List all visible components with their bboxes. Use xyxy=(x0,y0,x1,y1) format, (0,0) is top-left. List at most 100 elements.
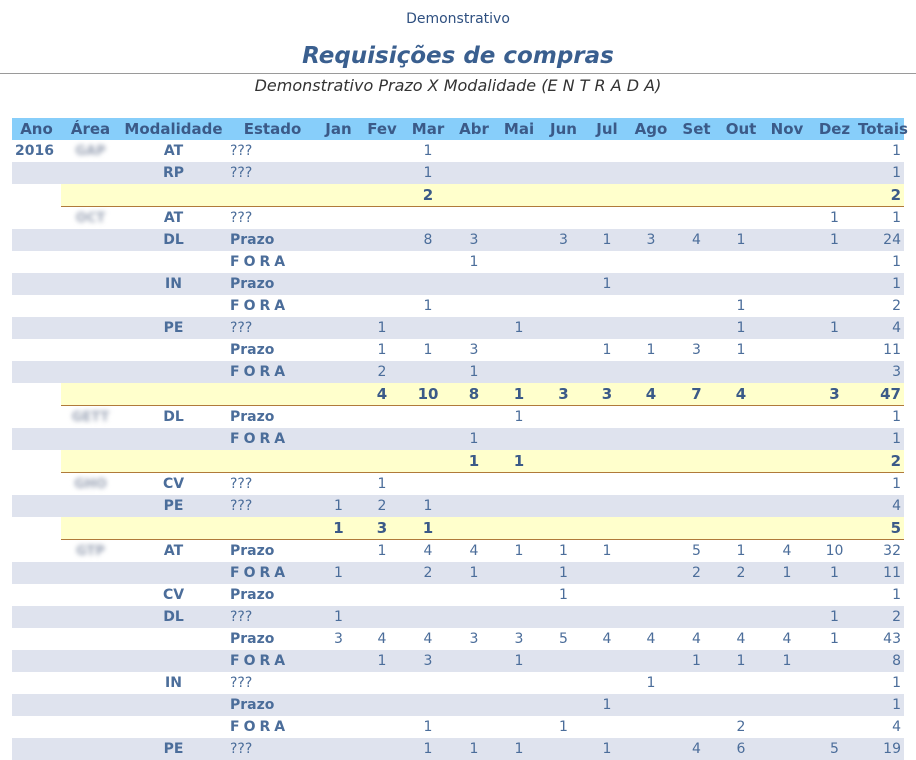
month-value-cell: 1 xyxy=(359,472,405,495)
area-cell xyxy=(61,628,120,650)
month-subtotal-cell: 1 xyxy=(405,517,451,540)
modality-cell xyxy=(120,628,227,650)
month-value-cell xyxy=(628,495,674,517)
month-value-cell xyxy=(719,495,763,517)
month-value-cell xyxy=(359,229,405,251)
month-value-cell xyxy=(763,472,811,495)
column-header: Nov xyxy=(763,118,811,140)
month-value-cell: 1 xyxy=(811,317,858,339)
table-row: FORA 1 1 xyxy=(12,428,904,450)
table-row: Prazo 1 1 xyxy=(12,694,904,716)
area-name-redacted: GAP xyxy=(75,144,106,159)
month-value-cell xyxy=(318,694,359,716)
month-value-cell xyxy=(674,495,719,517)
month-value-cell xyxy=(628,273,674,295)
month-value-cell xyxy=(497,273,541,295)
row-total-cell: 4 xyxy=(858,716,904,738)
month-value-cell xyxy=(497,162,541,184)
month-value-cell xyxy=(811,495,858,517)
month-value-cell xyxy=(719,140,763,162)
year-cell xyxy=(12,694,61,716)
modality-cell: IN xyxy=(120,273,227,295)
status-cell: ??? xyxy=(227,317,318,339)
month-value-cell xyxy=(359,295,405,317)
month-value-cell: 1 xyxy=(719,317,763,339)
month-subtotal-cell: 1 xyxy=(497,450,541,473)
month-value-cell: 3 xyxy=(451,339,497,361)
month-value-cell xyxy=(541,251,586,273)
month-value-cell xyxy=(541,694,586,716)
month-subtotal-cell: 4 xyxy=(359,383,405,406)
month-value-cell: 3 xyxy=(451,628,497,650)
subtotal-label-cell xyxy=(61,450,318,473)
year-cell xyxy=(12,162,61,184)
table-row: FORA 1 1 2 4 xyxy=(12,716,904,738)
year-cell xyxy=(12,317,61,339)
month-value-cell xyxy=(628,650,674,672)
subtotal-total-cell: 5 xyxy=(858,517,904,540)
month-value-cell xyxy=(586,405,628,428)
table-row: DL??? 1 1 2 xyxy=(12,606,904,628)
month-value-cell: 1 xyxy=(405,295,451,317)
title-divider xyxy=(0,73,916,74)
month-value-cell xyxy=(359,694,405,716)
month-value-cell xyxy=(811,716,858,738)
row-total-cell: 1 xyxy=(858,273,904,295)
month-value-cell: 1 xyxy=(628,339,674,361)
subtotal-total-cell: 2 xyxy=(858,184,904,207)
month-value-cell xyxy=(628,405,674,428)
status-cell: FORA xyxy=(227,562,318,584)
month-subtotal-cell xyxy=(763,517,811,540)
area-cell xyxy=(61,694,120,716)
month-subtotal-cell xyxy=(586,184,628,207)
month-value-cell xyxy=(763,206,811,229)
column-header: Dez xyxy=(811,118,858,140)
table-row: PE??? 1 1 1 1 4 6 5 19 xyxy=(12,738,904,760)
month-value-cell xyxy=(628,606,674,628)
month-value-cell xyxy=(318,295,359,317)
month-value-cell xyxy=(674,295,719,317)
month-subtotal-cell xyxy=(586,450,628,473)
month-value-cell xyxy=(674,140,719,162)
modality-cell xyxy=(120,339,227,361)
month-value-cell xyxy=(451,162,497,184)
year-cell xyxy=(12,495,61,517)
month-value-cell xyxy=(541,495,586,517)
month-value-cell: 4 xyxy=(359,628,405,650)
modality-cell xyxy=(120,650,227,672)
month-subtotal-cell xyxy=(763,184,811,207)
row-total-cell: 11 xyxy=(858,339,904,361)
table-row: FORA 1 1 2 xyxy=(12,295,904,317)
month-subtotal-cell xyxy=(628,517,674,540)
month-subtotal-cell xyxy=(318,383,359,406)
month-value-cell xyxy=(359,562,405,584)
month-value-cell xyxy=(719,206,763,229)
month-value-cell xyxy=(628,206,674,229)
month-value-cell xyxy=(451,694,497,716)
month-value-cell xyxy=(719,405,763,428)
month-value-cell: 1 xyxy=(541,584,586,606)
month-value-cell: 1 xyxy=(318,562,359,584)
month-value-cell: 1 xyxy=(541,562,586,584)
month-value-cell xyxy=(811,405,858,428)
area-cell xyxy=(61,650,120,672)
table-row: RP??? 1 1 xyxy=(12,162,904,184)
month-value-cell xyxy=(628,584,674,606)
month-value-cell: 4 xyxy=(763,539,811,562)
month-value-cell xyxy=(318,140,359,162)
month-value-cell xyxy=(674,251,719,273)
modality-cell xyxy=(120,716,227,738)
month-subtotal-cell: 3 xyxy=(811,383,858,406)
status-cell: ??? xyxy=(227,495,318,517)
month-value-cell: 1 xyxy=(359,317,405,339)
table-row: GETT DL Prazo 1 1 xyxy=(12,405,904,428)
month-value-cell xyxy=(541,606,586,628)
month-value-cell: 1 xyxy=(405,495,451,517)
month-value-cell xyxy=(497,295,541,317)
status-cell: FORA xyxy=(227,716,318,738)
month-value-cell xyxy=(318,273,359,295)
table-row: CV Prazo 1 1 xyxy=(12,584,904,606)
column-header: Ano xyxy=(12,118,61,140)
month-value-cell xyxy=(811,650,858,672)
month-subtotal-cell xyxy=(674,517,719,540)
